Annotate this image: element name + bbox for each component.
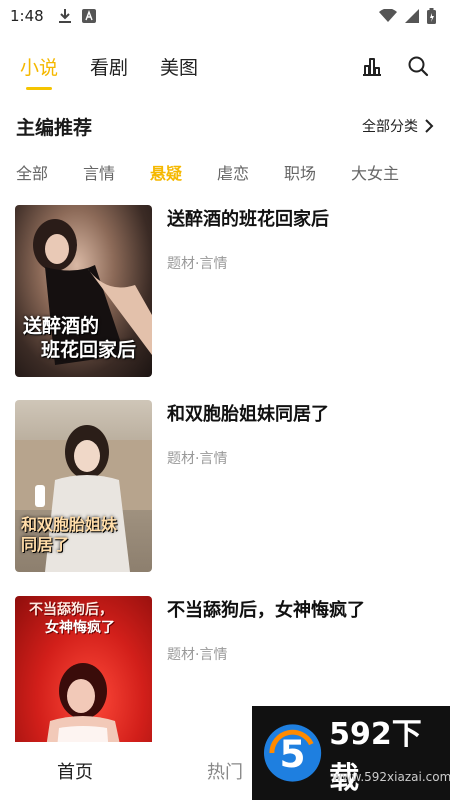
section-header: 主编推荐 全部分类 bbox=[0, 108, 450, 144]
tab-pictures[interactable]: 美图 bbox=[160, 53, 198, 80]
book-title[interactable]: 送醉酒的班花回家后 bbox=[167, 205, 329, 231]
all-categories-link[interactable]: 全部分类 bbox=[362, 116, 434, 136]
top-actions bbox=[360, 54, 430, 78]
book-title[interactable]: 不当舔狗后，女神悔疯了 bbox=[167, 596, 365, 622]
section-title: 主编推荐 bbox=[16, 116, 93, 139]
status-time: 1:48 bbox=[10, 7, 44, 25]
status-notifications bbox=[58, 8, 96, 24]
cover-title-line: 不当舔狗后， bbox=[29, 602, 113, 618]
nav-home[interactable]: 首页 bbox=[0, 758, 150, 784]
search-icon[interactable] bbox=[406, 54, 430, 78]
book-item[interactable]: 送醉酒的 班花回家后 送醉酒的班花回家后 题材·言情 bbox=[15, 205, 435, 377]
category-heroine[interactable]: 大女主 bbox=[351, 160, 418, 184]
top-tab-bar: 小说 看剧 美图 bbox=[0, 44, 450, 90]
tab-drama[interactable]: 看剧 bbox=[90, 53, 128, 80]
signal-icon bbox=[405, 9, 419, 23]
book-cover[interactable]: 送醉酒的 班花回家后 bbox=[15, 205, 152, 377]
battery-icon bbox=[427, 8, 436, 24]
cover-title-line: 送醉酒的 bbox=[23, 315, 100, 337]
logo-badge-icon: 5 bbox=[263, 724, 322, 782]
book-cover[interactable]: 和双胞胎姐妹 同居了 bbox=[15, 400, 152, 572]
tab-novel[interactable]: 小说 bbox=[20, 53, 58, 90]
book-info: 送醉酒的班花回家后 题材·言情 bbox=[167, 205, 329, 377]
book-tags: 题材·言情 bbox=[167, 451, 228, 467]
category-romance[interactable]: 言情 bbox=[83, 160, 150, 184]
book-info: 和双胞胎姐妹同居了 题材·言情 bbox=[167, 400, 329, 572]
ranking-icon[interactable] bbox=[360, 54, 384, 78]
book-tags: 题材·言情 bbox=[167, 256, 228, 272]
keyboard-a-icon bbox=[81, 9, 96, 23]
status-bar: 1:48 bbox=[0, 0, 450, 32]
category-suspense[interactable]: 悬疑 bbox=[150, 160, 217, 184]
cover-title-line: 女神悔疯了 bbox=[45, 619, 115, 636]
cover-title-line: 班花回家后 bbox=[41, 338, 137, 361]
wifi-icon bbox=[379, 9, 397, 22]
download-icon bbox=[58, 9, 71, 23]
all-categories-label: 全部分类 bbox=[362, 119, 418, 135]
chevron-right-icon bbox=[425, 119, 434, 133]
category-tragic-love[interactable]: 虐恋 bbox=[217, 160, 284, 184]
book-title[interactable]: 和双胞胎姐妹同居了 bbox=[167, 400, 329, 426]
book-tags: 题材·言情 bbox=[167, 647, 228, 663]
category-workplace[interactable]: 职场 bbox=[284, 160, 351, 184]
status-system-icons bbox=[379, 8, 436, 24]
cover-title-line: 同居了 bbox=[21, 535, 70, 554]
watermark-url: www.592xiazai.com bbox=[332, 770, 450, 784]
cover-title-line: 和双胞胎姐妹 bbox=[21, 515, 118, 534]
book-item[interactable]: 和双胞胎姐妹 同居了 和双胞胎姐妹同居了 题材·言情 bbox=[15, 400, 435, 572]
category-filter: 全部 言情 悬疑 虐恋 职场 大女主 bbox=[0, 156, 450, 188]
category-all[interactable]: 全部 bbox=[16, 160, 83, 184]
logo-digit: 5 bbox=[280, 732, 306, 776]
watermark-logo: 5 592下载 www.592xiazai.com bbox=[252, 706, 450, 800]
